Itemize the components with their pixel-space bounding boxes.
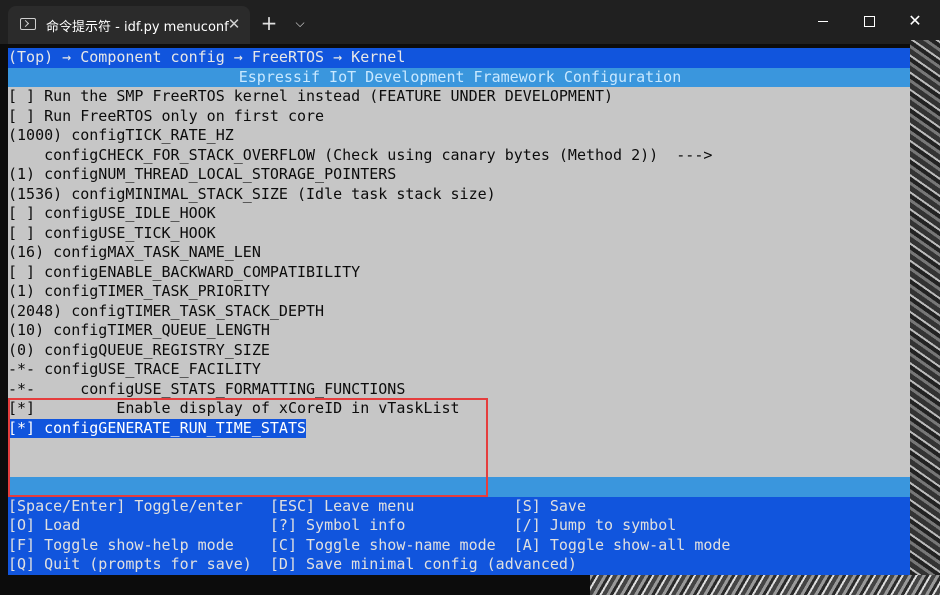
desktop-wallpaper-bottom: [590, 575, 940, 595]
terminal-window: 命令提示符 - idf.py menuconf ✕ + ⌵ ✕ (Top) → …: [0, 0, 940, 595]
help-line: [Space/Enter] Toggle/enter [ESC] Leave m…: [8, 496, 912, 516]
menu-item[interactable]: [ ] configUSE_IDLE_HOOK: [8, 204, 912, 224]
breadcrumb: (Top) → Component config → FreeRTOS → Ke…: [8, 48, 912, 68]
help-line: [F] Toggle show-help mode [C] Toggle sho…: [8, 535, 912, 555]
close-tab-icon[interactable]: ✕: [224, 14, 244, 34]
menu-item[interactable]: (1536) configMINIMAL_STACK_SIZE (Idle ta…: [8, 184, 912, 204]
menu-item[interactable]: (0) configQUEUE_REGISTRY_SIZE: [8, 340, 912, 360]
menu-item[interactable]: (16) configMAX_TASK_NAME_LEN: [8, 243, 912, 263]
page-title: Espressif IoT Development Framework Conf…: [8, 67, 912, 87]
menu-item[interactable]: [ ] Run FreeRTOS only on first core: [8, 106, 912, 126]
blank-row: [8, 457, 912, 477]
menu-item[interactable]: -*- configUSE_STATS_FORMATTING_FUNCTIONS: [8, 379, 912, 399]
maximize-icon: [863, 15, 875, 27]
title-bar: 命令提示符 - idf.py menuconf ✕ + ⌵ ✕: [0, 0, 940, 44]
terminal-icon: [20, 18, 36, 30]
blank-row: [8, 438, 912, 458]
help-line: [O] Load [?] Symbol info [/] Jump to sym…: [8, 516, 912, 536]
maximize-button[interactable]: [846, 6, 892, 36]
new-tab-button[interactable]: +: [258, 12, 280, 34]
chevron-down-icon[interactable]: ⌵: [290, 12, 310, 34]
separator-bar: [8, 477, 912, 497]
menuconfig-screen: (Top) → Component config → FreeRTOS → Ke…: [8, 48, 912, 578]
menu-item[interactable]: configCHECK_FOR_STACK_OVERFLOW (Check us…: [8, 145, 912, 165]
close-window-button[interactable]: ✕: [892, 6, 938, 36]
menu-item[interactable]: [ ] configENABLE_BACKWARD_COMPATIBILITY: [8, 262, 912, 282]
help-line: [Q] Quit (prompts for save) [D] Save min…: [8, 555, 912, 575]
menu-item[interactable]: (1) configTIMER_TASK_PRIORITY: [8, 282, 912, 302]
desktop-wallpaper: [910, 40, 940, 595]
menu-item[interactable]: (2048) configTIMER_TASK_STACK_DEPTH: [8, 301, 912, 321]
menu-item[interactable]: [ ] configUSE_TICK_HOOK: [8, 223, 912, 243]
selected-menu-item[interactable]: [*] configGENERATE_RUN_TIME_STATS: [8, 418, 307, 438]
minimize-button[interactable]: [800, 6, 846, 36]
menu-item[interactable]: (10) configTIMER_QUEUE_LENGTH: [8, 321, 912, 341]
minimize-icon: [818, 20, 828, 22]
tab-title: 命令提示符 - idf.py menuconf: [46, 20, 229, 35]
menu-item[interactable]: [ ] Run the SMP FreeRTOS kernel instead …: [8, 87, 912, 107]
menu-item[interactable]: (1000) configTICK_RATE_HZ: [8, 126, 912, 146]
menu-item[interactable]: -*- configUSE_TRACE_FACILITY: [8, 360, 912, 380]
menu-item[interactable]: (1) configNUM_THREAD_LOCAL_STORAGE_POINT…: [8, 165, 912, 185]
terminal-tab[interactable]: 命令提示符 - idf.py menuconf ✕: [8, 6, 250, 44]
menu-item[interactable]: [*] Enable display of xCoreID in vTaskLi…: [8, 399, 912, 419]
menu-item-selected-row[interactable]: [*] configGENERATE_RUN_TIME_STATS: [8, 418, 912, 438]
terminal-pane[interactable]: (Top) → Component config → FreeRTOS → Ke…: [0, 44, 930, 595]
